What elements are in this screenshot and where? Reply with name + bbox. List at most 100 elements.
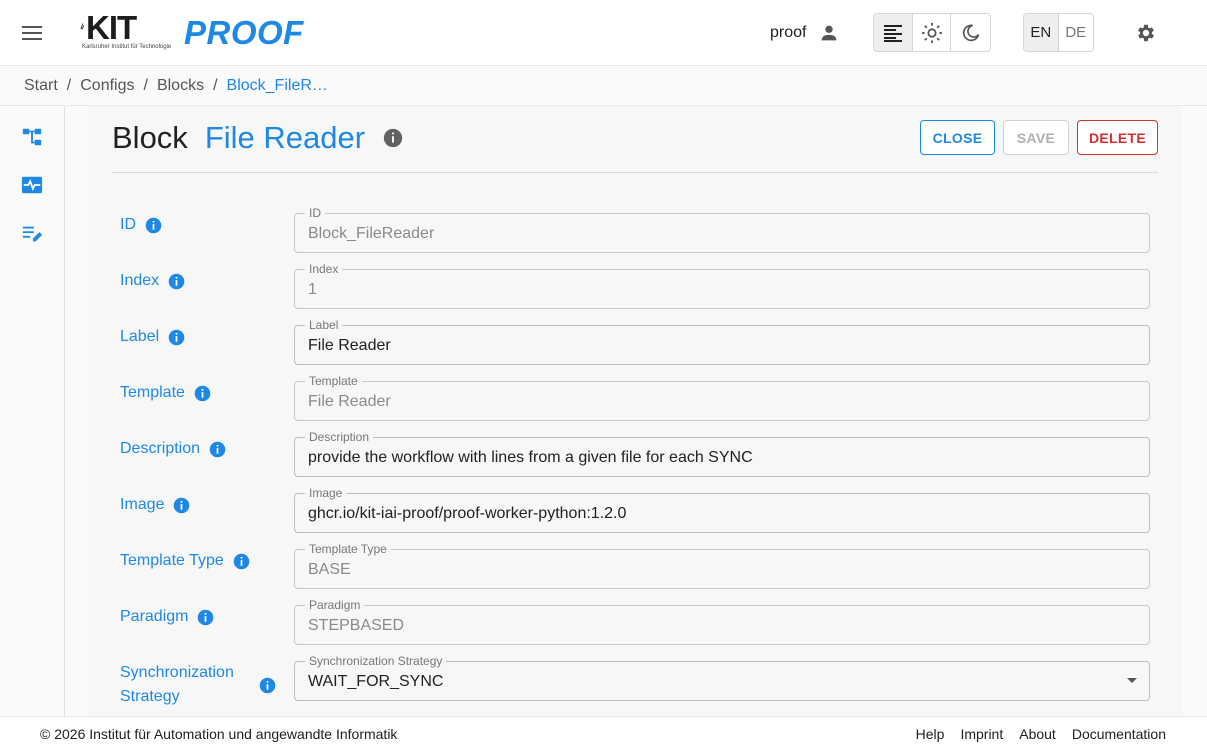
chevron-down-icon[interactable] bbox=[1127, 678, 1137, 683]
label-input-label: Label bbox=[305, 318, 343, 332]
monitor-heart-icon bbox=[21, 176, 43, 194]
template-type-field-label: Template Type bbox=[305, 542, 391, 556]
breadcrumb-blocks[interactable]: Blocks bbox=[157, 77, 204, 95]
field-label-paradigm: Paradigm bbox=[120, 605, 214, 629]
field-label-text: ID bbox=[120, 216, 136, 233]
field-label-text: Template Type bbox=[120, 552, 224, 569]
breadcrumb: Start / Configs / Blocks / Block_FileR… bbox=[24, 76, 328, 96]
image-input-label: Image bbox=[305, 486, 347, 500]
account-tree-icon bbox=[22, 128, 42, 146]
info-icon[interactable] bbox=[382, 127, 404, 149]
description-input[interactable]: Description provide the workflow with li… bbox=[294, 430, 1150, 477]
image-input[interactable]: Image ghcr.io/kit-iai-proof/proof-worker… bbox=[294, 486, 1150, 533]
index-field: Index 1 bbox=[294, 262, 1150, 309]
field-label-synchronization-strategy: Synchronization Strategy bbox=[120, 661, 280, 709]
index-field-label: Index bbox=[305, 262, 343, 276]
field-label-template-type: Template Type bbox=[120, 549, 250, 573]
id-field-label: ID bbox=[305, 206, 325, 220]
footer-link-imprint[interactable]: Imprint bbox=[960, 726, 1003, 742]
settings-button[interactable] bbox=[1133, 20, 1159, 46]
info-icon[interactable] bbox=[233, 553, 250, 570]
synchronization-strategy-select[interactable]: Synchronization Strategy WAIT_FOR_SYNC bbox=[294, 654, 1150, 701]
paradigm-field-label: Paradigm bbox=[305, 598, 365, 612]
field-label-text: Label bbox=[120, 328, 160, 345]
label-input-value[interactable]: File Reader bbox=[308, 336, 391, 356]
menu-button[interactable] bbox=[14, 16, 50, 50]
description-input-label: Description bbox=[305, 430, 374, 444]
info-icon[interactable] bbox=[168, 273, 185, 290]
label-input[interactable]: Label File Reader bbox=[294, 318, 1150, 365]
page-title-prefix: Block bbox=[112, 120, 188, 155]
template-field-value: File Reader bbox=[308, 393, 391, 410]
text-align-left-icon bbox=[883, 24, 902, 42]
sidebar-item-monitor[interactable] bbox=[20, 173, 44, 197]
info-icon[interactable] bbox=[209, 441, 226, 458]
image-input-value[interactable]: ghcr.io/kit-iai-proof/proof-worker-pytho… bbox=[308, 504, 626, 524]
field-label-text: Synchronization bbox=[120, 664, 234, 681]
moon-icon bbox=[962, 24, 979, 41]
info-icon[interactable] bbox=[173, 497, 190, 514]
kit-logo-text: KIT bbox=[86, 9, 137, 46]
delete-button[interactable]: DELETE bbox=[1077, 120, 1158, 155]
paradigm-field: Paradigm STEPBASED bbox=[294, 598, 1150, 645]
field-label-text: Image bbox=[120, 496, 165, 513]
save-button[interactable]: SAVE bbox=[1003, 120, 1069, 155]
light-mode-button[interactable] bbox=[913, 14, 952, 51]
paradigm-field-value: STEPBASED bbox=[308, 617, 405, 634]
kit-logo-subtitle: Karlsruher Institut für Technologie bbox=[82, 44, 172, 50]
page-title-name: File Reader bbox=[204, 120, 366, 155]
field-label-index: Index bbox=[120, 269, 185, 293]
sidebar bbox=[0, 106, 65, 716]
description-input-value[interactable]: provide the workflow with lines from a g… bbox=[308, 448, 753, 468]
lang-de-button[interactable]: DE bbox=[1059, 14, 1094, 51]
info-icon[interactable] bbox=[168, 329, 185, 346]
info-icon[interactable] bbox=[145, 217, 162, 234]
copyright-text: © 2026 Institut für Automation und angew… bbox=[40, 726, 398, 742]
field-label-label: Label bbox=[120, 325, 185, 349]
index-field-value: 1 bbox=[308, 281, 317, 298]
breadcrumb-start[interactable]: Start bbox=[24, 77, 58, 95]
template-type-field-value: BASE bbox=[308, 561, 351, 578]
sidebar-item-edit-notes[interactable] bbox=[20, 222, 44, 246]
text-mode-button[interactable] bbox=[874, 14, 913, 51]
page-title: Block File Reader bbox=[112, 120, 404, 156]
dark-mode-button[interactable] bbox=[951, 14, 990, 51]
field-label-id: ID bbox=[120, 213, 162, 237]
template-field: Template File Reader bbox=[294, 374, 1150, 421]
app-logo[interactable]: PROOF bbox=[184, 14, 304, 52]
template-type-field: Template Type BASE bbox=[294, 542, 1150, 589]
language-toggle: EN DE bbox=[1023, 13, 1094, 52]
user-name[interactable]: proof bbox=[770, 24, 806, 42]
breadcrumb-configs[interactable]: Configs bbox=[80, 77, 134, 95]
breadcrumb-current: Block_FileR… bbox=[226, 77, 328, 94]
person-icon[interactable] bbox=[818, 22, 840, 44]
breadcrumb-separator: / bbox=[66, 77, 72, 94]
footer-link-documentation[interactable]: Documentation bbox=[1072, 726, 1166, 742]
block-detail-panel: Block File Reader CLOSE SAVE DELETE ID I… bbox=[88, 106, 1182, 716]
field-label-text: Description bbox=[120, 440, 201, 457]
close-button[interactable]: CLOSE bbox=[920, 120, 995, 155]
lang-en-button[interactable]: EN bbox=[1024, 14, 1059, 51]
field-label-description: Description bbox=[120, 437, 226, 461]
app-header: KIT Karlsruher Institut für Technologie … bbox=[0, 0, 1207, 66]
gear-icon bbox=[1138, 24, 1154, 42]
field-label-text: Paradigm bbox=[120, 608, 189, 625]
app-footer: © 2026 Institut für Automation und angew… bbox=[0, 716, 1207, 754]
info-icon[interactable] bbox=[197, 609, 214, 626]
id-field-value: Block_FileReader bbox=[308, 225, 435, 242]
footer-link-help[interactable]: Help bbox=[916, 726, 945, 742]
template-field-label: Template bbox=[305, 374, 362, 388]
info-icon[interactable] bbox=[259, 677, 276, 694]
sun-icon bbox=[921, 22, 942, 43]
footer-link-about[interactable]: About bbox=[1019, 726, 1056, 742]
synchronization-strategy-label: Synchronization Strategy bbox=[305, 654, 447, 668]
sidebar-item-workflow[interactable] bbox=[20, 125, 44, 149]
field-label-text: Strategy bbox=[120, 688, 180, 705]
field-label-text: Index bbox=[120, 272, 160, 289]
hamburger-menu-icon bbox=[22, 26, 42, 40]
edit-note-icon bbox=[22, 226, 43, 242]
field-label-text: Template bbox=[120, 384, 185, 401]
synchronization-strategy-value[interactable]: WAIT_FOR_SYNC bbox=[308, 672, 443, 692]
breadcrumb-separator: / bbox=[213, 77, 218, 94]
info-icon[interactable] bbox=[194, 385, 211, 402]
